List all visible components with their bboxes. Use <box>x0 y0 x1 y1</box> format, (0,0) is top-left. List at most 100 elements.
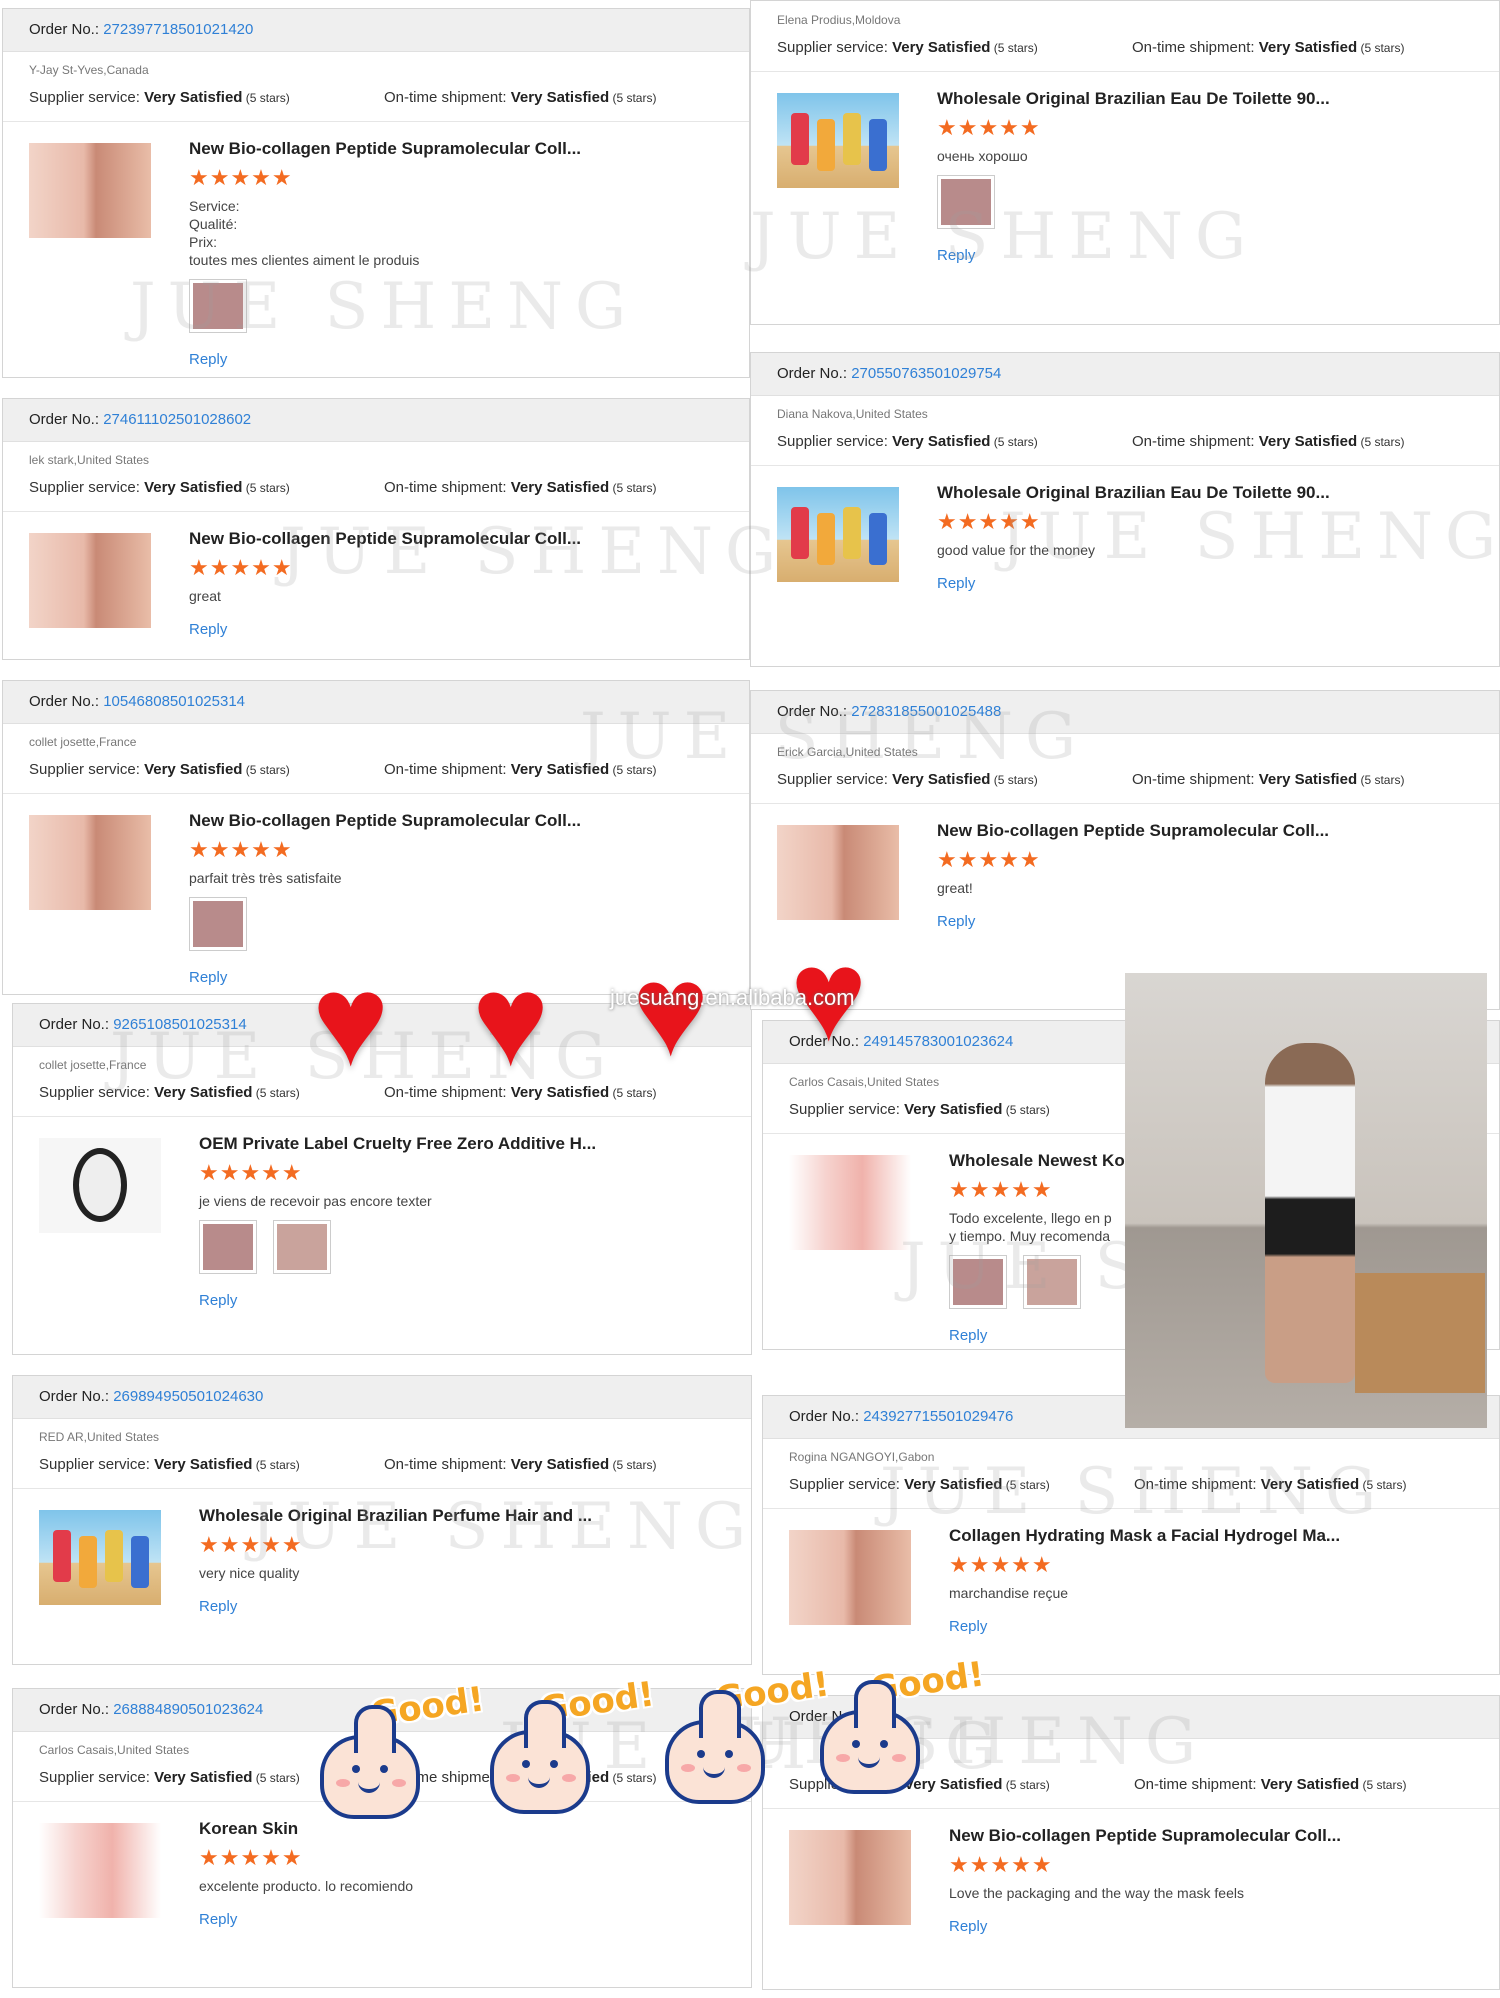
blush <box>562 1774 576 1782</box>
product-name[interactable]: New Bio-collagen Peptide Supramolecular … <box>949 1826 1341 1846</box>
order-no-label: Order No.: <box>39 1388 114 1405</box>
product-thumbnail[interactable] <box>29 143 151 238</box>
product-name[interactable]: New Bio-collagen Peptide Supramolecular … <box>189 139 581 159</box>
reply-link[interactable]: Reply <box>189 351 227 368</box>
rating-line: Supplier service: Very Satisfied (5 star… <box>777 39 1404 56</box>
supplier-service-stars-note: (5 stars) <box>1002 1103 1050 1117</box>
product-thumbnail[interactable] <box>39 1823 161 1918</box>
order-number-label: Order No.: 10546808501025314 <box>29 693 245 710</box>
order-number[interactable]: 274611102501028602 <box>103 411 251 428</box>
mask-face <box>73 1148 127 1222</box>
mouth <box>703 1762 725 1778</box>
product-name[interactable]: Korean Skin <box>199 1819 298 1839</box>
review-card: Order No.: 243927715501029476 Rogina NGAN… <box>762 1395 1500 1675</box>
order-number[interactable]: 272397718501021420 <box>103 21 253 38</box>
product-name[interactable]: New Bio-collagen Peptide Supramolecular … <box>189 811 581 831</box>
review-photo-image <box>953 1259 1003 1305</box>
supplier-service-label: Supplier service: <box>29 761 145 778</box>
product-name[interactable]: OEM Private Label Cruelty Free Zero Addi… <box>199 1134 596 1154</box>
review-photo[interactable] <box>949 1255 1007 1309</box>
reply-link[interactable]: Reply <box>937 913 975 930</box>
tube-photo <box>789 1155 911 1250</box>
supplier-service-label: Supplier service: <box>777 433 893 450</box>
product-thumbnail[interactable] <box>29 533 151 628</box>
product-name[interactable]: Collagen Hydrating Mask a Facial Hydroge… <box>949 1526 1340 1546</box>
supplier-service-stars-note: (5 stars) <box>252 1771 300 1785</box>
order-number[interactable]: 269894950501024630 <box>113 1388 263 1405</box>
product-name[interactable]: Wholesale Original Brazilian Perfume Hai… <box>199 1506 592 1526</box>
face-mask-photo <box>29 143 151 238</box>
eye <box>352 1765 360 1773</box>
rating-line: Supplier service: Very Satisfied (5 star… <box>29 89 656 106</box>
product-name[interactable]: New Bio-collagen Peptide Supramolecular … <box>189 529 581 549</box>
good-sticker: Good! <box>470 1674 657 1820</box>
review-comment: very nice quality <box>199 1565 300 1581</box>
product-name[interactable]: Wholesale Newest Kor <box>949 1151 1131 1171</box>
order-number[interactable]: 243927715501029476 <box>863 1408 1013 1425</box>
reply-link[interactable]: Reply <box>199 1911 237 1928</box>
review-photo[interactable] <box>273 1220 331 1274</box>
product-thumbnail[interactable] <box>39 1138 161 1233</box>
order-number[interactable]: 249145783001023624 <box>863 1033 1013 1050</box>
reply-link[interactable]: Reply <box>937 247 975 264</box>
order-number[interactable]: 268884890501023624 <box>113 1701 263 1718</box>
review-photo[interactable] <box>937 175 995 229</box>
order-number[interactable]: 10546808501025314 <box>103 693 245 710</box>
product-name[interactable]: Wholesale Original Brazilian Eau De Toil… <box>937 89 1330 109</box>
star-rating: ★★★★★ <box>949 1177 1053 1202</box>
supplier-service-rating: Very Satisfied <box>144 761 243 778</box>
shipment-rating: On-time shipment: Very Satisfied (5 star… <box>1132 433 1404 450</box>
perfume-bottle <box>105 1530 123 1582</box>
reply-link[interactable]: Reply <box>199 1598 237 1615</box>
order-number[interactable]: 9265108501025314 <box>113 1016 246 1033</box>
reply-link[interactable]: Reply <box>949 1618 987 1635</box>
product-thumbnail[interactable] <box>789 1530 911 1625</box>
order-number[interactable]: 272831855001025488 <box>851 703 1001 720</box>
review-photo[interactable] <box>189 279 247 333</box>
shipment-rating-value: Very Satisfied <box>510 89 610 106</box>
supplier-service-rating: Very Satisfied <box>154 1769 253 1786</box>
good-sticker: Good! <box>800 1654 987 1800</box>
product-thumbnail[interactable] <box>777 487 899 582</box>
review-card: Order No.: 269894950501024630 RED AR,Unit… <box>12 1375 752 1665</box>
review-photo[interactable] <box>189 897 247 951</box>
review-photo[interactable] <box>199 1220 257 1274</box>
reply-link[interactable]: Reply <box>949 1327 987 1344</box>
order-header: Order No.: 274611102501028602 <box>3 399 749 442</box>
shipment-stars-note: (5 stars) <box>609 763 657 777</box>
customer-name: Erick Garcia,United States <box>777 745 918 759</box>
customer-name: lek stark,United States <box>29 453 150 467</box>
star-rating: ★★★★★ <box>949 1852 1053 1877</box>
order-no-label: Order No.: <box>29 21 104 38</box>
perfume-bottle <box>869 513 887 565</box>
reply-link[interactable]: Reply <box>189 969 227 986</box>
product-thumbnail[interactable] <box>39 1510 161 1605</box>
reply-link[interactable]: Reply <box>199 1292 237 1309</box>
product-thumbnail[interactable] <box>789 1155 911 1250</box>
shipment-rating: On-time shipment: Very Satisfied (5 star… <box>1132 39 1404 56</box>
reply-link[interactable]: Reply <box>949 1918 987 1935</box>
supplier-service-rating: Very Satisfied <box>904 1101 1003 1118</box>
star-rating: ★★★★★ <box>199 1845 303 1870</box>
product-thumbnail[interactable] <box>29 815 151 910</box>
product-name[interactable]: Wholesale Original Brazilian Eau De Toil… <box>937 483 1330 503</box>
perfume-bottle <box>869 119 887 171</box>
product-name[interactable]: New Bio-collagen Peptide Supramolecular … <box>937 821 1329 841</box>
review-photo[interactable] <box>1023 1255 1081 1309</box>
divider <box>3 121 749 122</box>
face-mask-photo <box>789 1830 911 1925</box>
perfume-bottle <box>79 1536 97 1588</box>
divider <box>763 1808 1499 1809</box>
product-thumbnail[interactable] <box>777 825 899 920</box>
product-thumbnail[interactable] <box>777 93 899 188</box>
reply-link[interactable]: Reply <box>189 621 227 638</box>
tube-photo <box>39 1823 161 1918</box>
order-number[interactable]: 270550763501029754 <box>851 365 1001 382</box>
shipment-rating-value: Very Satisfied <box>510 479 610 496</box>
order-no-label: Order No.: <box>29 411 104 428</box>
product-thumbnail[interactable] <box>789 1830 911 1925</box>
customer-name: Elena Prodius,Moldova <box>777 13 901 27</box>
reply-link[interactable]: Reply <box>937 575 975 592</box>
order-no-label: Order No.: <box>777 365 852 382</box>
supplier-service-label: Supplier service: <box>789 1476 905 1493</box>
